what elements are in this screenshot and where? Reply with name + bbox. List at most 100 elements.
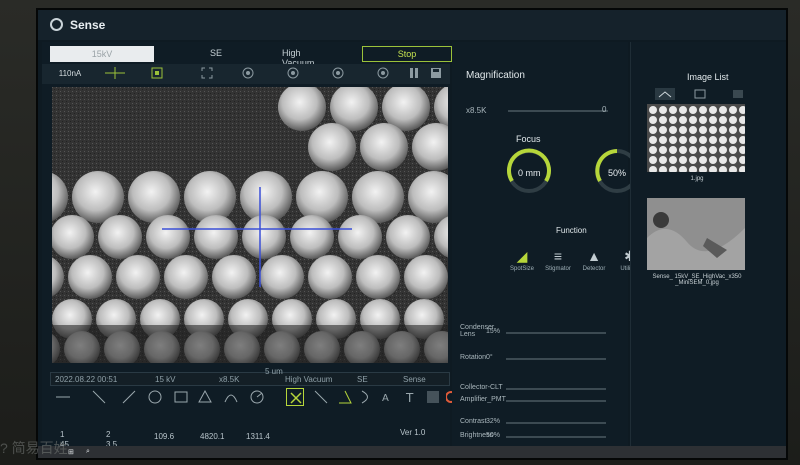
save-button[interactable] xyxy=(426,67,446,81)
view-mode-icons[interactable] xyxy=(655,88,755,102)
particle xyxy=(386,215,430,259)
amplifier-label: Amplifier_PMT xyxy=(460,396,506,403)
taskbar: ⊞ ⌕ xyxy=(38,446,786,458)
status-date: 2022.08.22 00:51 xyxy=(55,375,118,384)
particle xyxy=(68,255,112,299)
thumb-particle xyxy=(719,156,727,164)
thumbnail-caption: Sense_ 15kV_SE_HighVac_x350 _MiniSEM_0.j… xyxy=(652,274,742,286)
kv-field[interactable]: 15kV xyxy=(50,46,154,62)
text-tool-icon[interactable]: T xyxy=(402,388,420,406)
app-title: Sense xyxy=(70,18,106,32)
thumb-particle xyxy=(679,156,687,164)
thumb-particle xyxy=(679,106,687,114)
thumb-particle xyxy=(729,136,737,144)
line-tool-icon[interactable] xyxy=(54,388,72,406)
thumb-particle xyxy=(649,136,657,144)
rotation-slider[interactable] xyxy=(506,358,606,360)
sem-image-viewport[interactable] xyxy=(52,87,448,363)
spotsize-icon[interactable]: ◢ xyxy=(512,246,532,266)
thumbnail-1[interactable] xyxy=(647,104,745,172)
thumb-particle xyxy=(669,156,677,164)
rotation-value: 0° xyxy=(486,354,493,361)
detector-label[interactable]: SE xyxy=(210,48,222,58)
particle xyxy=(72,171,124,223)
particle xyxy=(52,215,94,259)
image-panel: 15kV SE High Vacuum Stop 110nA 2022.08.2… xyxy=(42,42,457,458)
curve-tool-icon[interactable] xyxy=(358,388,376,406)
style-tool-icon[interactable] xyxy=(424,388,442,406)
thumb-particle xyxy=(709,156,717,164)
particle xyxy=(356,255,400,299)
particle xyxy=(404,255,448,299)
arrow-tool-icon[interactable] xyxy=(90,388,108,406)
thumb-particle xyxy=(649,156,657,164)
meas-cell: 2 xyxy=(106,430,111,439)
thumb-particle xyxy=(729,156,737,164)
stop-button[interactable]: Stop xyxy=(362,46,452,62)
thumbnail-2[interactable] xyxy=(647,198,745,270)
particle xyxy=(296,171,348,223)
amplifier-slider[interactable] xyxy=(506,400,606,402)
thumb-particle xyxy=(699,156,707,164)
thumb-particle xyxy=(719,116,727,124)
thumb-particle xyxy=(709,146,717,154)
collector-slider[interactable] xyxy=(506,388,606,390)
scan-speed-4-button[interactable] xyxy=(372,67,402,81)
polygon-tool-icon[interactable] xyxy=(196,388,214,406)
magnification-value: x8.5K xyxy=(466,106,487,115)
thumb-particle xyxy=(659,146,667,154)
version-label: Ver 1.0 xyxy=(400,428,426,437)
magnification-slider[interactable] xyxy=(508,110,608,112)
status-mag: x8.5K xyxy=(219,375,240,384)
capture-button[interactable] xyxy=(142,67,172,81)
control-panel: Magnification x8.5K 0 Focus 0 mm 50% Fun… xyxy=(452,42,640,458)
save-icon xyxy=(431,68,441,78)
fine-focus-value: 50% xyxy=(608,168,627,178)
text-size-icon[interactable]: A xyxy=(380,388,398,406)
thumb-particle xyxy=(729,146,737,154)
thumb-particle xyxy=(689,156,697,164)
angle-tool-icon[interactable] xyxy=(336,388,354,406)
start-icon[interactable]: ⊞ xyxy=(68,448,74,456)
scan-speed-3-button[interactable] xyxy=(327,67,357,81)
measure-tool-icon[interactable] xyxy=(248,388,266,406)
brightness-value: 50% xyxy=(486,432,501,439)
contrast-slider[interactable] xyxy=(506,422,606,424)
sliders-icon[interactable]: ≡ xyxy=(548,246,568,266)
diagonal-tool-icon[interactable] xyxy=(120,388,138,406)
condenser-slider[interactable] xyxy=(506,332,606,334)
thumb-particle xyxy=(669,126,677,134)
thumb-particle xyxy=(689,136,697,144)
brightness-slider[interactable] xyxy=(506,436,606,438)
rectangle-tool-icon[interactable] xyxy=(172,388,190,406)
particle xyxy=(290,215,334,259)
thumbnail-image xyxy=(647,104,745,172)
arc-tool-icon[interactable] xyxy=(222,388,240,406)
scan-speed-1-button[interactable] xyxy=(237,67,267,81)
delete-tool-icon[interactable] xyxy=(286,388,304,406)
thumb-particle xyxy=(699,136,707,144)
thumb-particle xyxy=(699,106,707,114)
focus-title: Focus xyxy=(516,134,541,144)
rotation-label: Rotation xyxy=(460,354,487,361)
thumb-particle xyxy=(709,126,717,134)
scan-speed-2-button[interactable] xyxy=(282,67,312,81)
meas-cell: 4820.1 xyxy=(200,432,225,441)
thumb-particle xyxy=(709,116,717,124)
function-label: Detector xyxy=(582,266,606,272)
circle-tool-icon[interactable] xyxy=(146,388,164,406)
fullscreen-button[interactable] xyxy=(192,67,222,81)
title-bar: Sense xyxy=(38,10,786,40)
thumb-particle xyxy=(689,146,697,154)
status-vacuum: High Vacuum xyxy=(285,375,333,384)
particle xyxy=(212,255,256,299)
crosshair-tool-button[interactable] xyxy=(100,67,130,81)
segment-tool-icon[interactable] xyxy=(312,388,330,406)
thumb-particle xyxy=(699,146,707,154)
thumb-particle xyxy=(669,106,677,114)
thumb-particle xyxy=(699,126,707,134)
detector-icon[interactable]: ▲ xyxy=(584,246,604,266)
pause-button[interactable] xyxy=(404,67,424,81)
particle xyxy=(308,255,352,299)
search-icon[interactable]: ⌕ xyxy=(86,448,90,456)
